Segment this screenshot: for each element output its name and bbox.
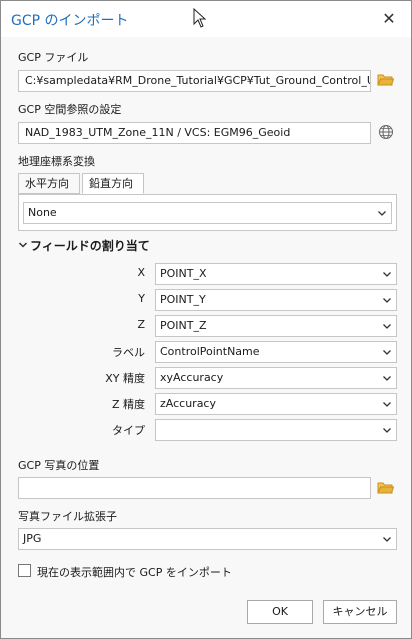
map-select-name[interactable]: ControlPointName [155, 341, 397, 363]
mouse-cursor-icon [193, 8, 207, 28]
map-value-y: POINT_Y [160, 293, 206, 306]
photo-ext-value: JPG [23, 532, 42, 545]
map-label-z: Z [137, 318, 145, 331]
tab-horizontal[interactable]: 水平方向 [18, 173, 80, 194]
chevron-down-icon [378, 211, 386, 216]
map-select-y[interactable]: POINT_Y [155, 289, 397, 311]
map-label-y: Y [138, 292, 145, 305]
map-select-xy-accuracy[interactable]: xyAccuracy [155, 367, 397, 389]
chevron-down-icon [383, 402, 391, 407]
map-value-x: POINT_X [160, 267, 207, 280]
photo-location-input[interactable] [18, 477, 371, 499]
map-label-x: X [137, 266, 145, 279]
title-bar: GCP のインポート ✕ [1, 1, 411, 37]
chevron-down-icon [383, 537, 391, 542]
ok-button[interactable]: OK [247, 600, 313, 624]
gcp-file-input[interactable]: C:¥sampledata¥RM_Drone_Tutorial¥GCP¥Tut_… [18, 70, 371, 92]
map-select-type[interactable] [155, 419, 397, 441]
map-value-z: POINT_Z [160, 319, 207, 332]
folder-icon[interactable] [377, 73, 394, 87]
chevron-down-icon [383, 298, 391, 303]
chevron-down-icon [383, 428, 391, 433]
geo-transform-label: 地理座標系変換 [18, 155, 95, 168]
photo-ext-label: 写真ファイル拡張子 [18, 510, 117, 523]
map-select-x[interactable]: POINT_X [155, 263, 397, 285]
chevron-down-icon [383, 272, 391, 277]
photo-location-label: GCP 写真の位置 [18, 459, 100, 472]
gcp-sr-input[interactable]: NAD_1983_UTM_Zone_11N / VCS: EGM96_Geoid [18, 122, 371, 144]
map-value-name: ControlPointName [160, 345, 260, 358]
map-label-xy-accuracy: XY 精度 [105, 372, 145, 385]
import-extent-checkbox[interactable] [18, 564, 31, 577]
gcp-sr-label: GCP 空間参照の設定 [18, 103, 122, 116]
map-label-type: タイプ [112, 424, 145, 437]
close-icon[interactable]: ✕ [379, 9, 399, 29]
map-select-z-accuracy[interactable]: zAccuracy [155, 393, 397, 415]
cancel-button[interactable]: キャンセル [323, 600, 397, 624]
chevron-down-icon [383, 350, 391, 355]
tab-vertical[interactable]: 鉛直方向 [82, 173, 144, 194]
map-label-z-accuracy: Z 精度 [111, 398, 145, 411]
chevron-down-icon [383, 376, 391, 381]
folder-icon[interactable] [377, 481, 394, 495]
transform-select[interactable]: None [23, 202, 392, 224]
import-gcp-dialog: GCP のインポート ✕ GCP ファイル C:¥sampledata¥RM_D… [0, 0, 412, 639]
collapse-chevron-icon[interactable] [18, 240, 28, 250]
transform-select-value: None [28, 206, 57, 219]
dialog-title: GCP のインポート [11, 13, 129, 29]
map-label-name: ラベル [112, 346, 145, 359]
photo-ext-select[interactable]: JPG [18, 528, 397, 550]
chevron-down-icon [383, 324, 391, 329]
map-select-z[interactable]: POINT_Z [155, 315, 397, 337]
globe-icon[interactable] [378, 124, 394, 140]
field-mapping-header[interactable]: フィールドの割り当て [30, 237, 150, 254]
map-value-xy-accuracy: xyAccuracy [160, 371, 224, 384]
import-extent-label: 現在の表示範囲内で GCP をインポート [37, 566, 232, 579]
gcp-file-label: GCP ファイル [18, 51, 89, 64]
map-value-z-accuracy: zAccuracy [160, 397, 216, 410]
